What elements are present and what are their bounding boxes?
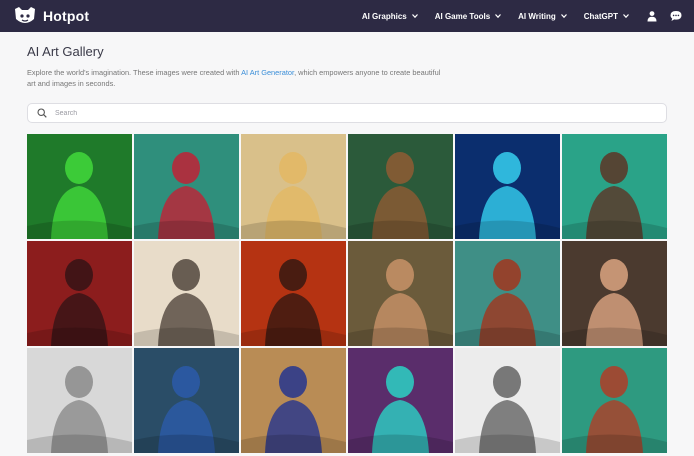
gallery-image-art — [134, 241, 239, 346]
gallery-image[interactable] — [134, 241, 239, 346]
ai-art-generator-link[interactable]: AI Art Generator — [241, 68, 294, 77]
image-gallery — [27, 134, 668, 456]
nav-ai-writing[interactable]: AI Writing — [518, 12, 567, 21]
nav-ai-writing-label: AI Writing — [518, 11, 556, 21]
gallery-image[interactable] — [562, 348, 667, 453]
gallery-image-art — [562, 134, 667, 239]
gallery-image[interactable] — [562, 134, 667, 239]
nav-ai-game-tools[interactable]: AI Game Tools — [434, 11, 502, 21]
gallery-image-art — [27, 348, 132, 453]
search-input[interactable] — [55, 109, 635, 117]
gallery-image[interactable] — [27, 134, 132, 239]
brand-name: Hotpot — [43, 8, 90, 24]
gallery-image[interactable] — [348, 241, 453, 346]
gallery-image-art — [455, 134, 560, 239]
chevron-down-icon — [411, 14, 418, 19]
gallery-image-art — [562, 241, 667, 346]
gallery-image-art — [348, 348, 453, 453]
gallery-image-art — [241, 134, 346, 239]
hotpot-face-icon — [15, 7, 35, 23]
gallery-image[interactable] — [241, 348, 346, 453]
nav-ai-graphics-label: AI Graphics — [361, 11, 407, 21]
gallery-image[interactable] — [134, 348, 239, 453]
gallery-image[interactable] — [562, 241, 667, 346]
gallery-image[interactable] — [241, 134, 346, 239]
gallery-image-art — [241, 241, 346, 346]
gallery-image[interactable] — [348, 134, 453, 239]
gallery-image[interactable] — [455, 241, 560, 346]
gallery-image-art — [134, 348, 239, 453]
page-title: AI Art Gallery — [27, 44, 104, 59]
gallery-image-art — [455, 348, 560, 453]
top-navbar: Hotpot AI Graphics AI Game Tools AI Writ… — [0, 0, 694, 32]
chevron-down-icon — [623, 14, 629, 19]
search-icon — [37, 108, 47, 118]
gallery-image-art — [348, 241, 453, 346]
gallery-image-art — [27, 241, 132, 346]
intro-text-start: Explore the world's imagination. These i… — [27, 68, 242, 77]
intro-text: Explore the world's imagination. These i… — [27, 67, 447, 89]
gallery-image-art — [27, 134, 132, 239]
gallery-image[interactable] — [27, 241, 132, 346]
nav-menu: AI Graphics AI Game Tools AI Writing Cha… — [362, 0, 694, 32]
gallery-image[interactable] — [455, 134, 560, 239]
nav-chatgpt[interactable]: ChatGPT — [584, 12, 629, 21]
gallery-image-art — [455, 241, 560, 346]
gallery-image-art — [348, 134, 453, 239]
gallery-image-art — [562, 348, 667, 453]
nav-ai-game-tools-label: AI Game Tools — [434, 11, 491, 21]
brand[interactable]: Hotpot — [13, 5, 89, 27]
chat-bubble-icon[interactable] — [670, 10, 682, 22]
chevron-down-icon — [560, 14, 567, 19]
user-icon[interactable] — [646, 10, 658, 22]
gallery-image[interactable] — [134, 134, 239, 239]
nav-ai-graphics[interactable]: AI Graphics — [362, 12, 418, 21]
gallery-image[interactable] — [27, 348, 132, 453]
gallery-image[interactable] — [348, 348, 453, 453]
gallery-image[interactable] — [455, 348, 560, 453]
gallery-image-art — [241, 348, 346, 453]
gallery-image[interactable] — [241, 241, 346, 346]
nav-chatgpt-label: ChatGPT — [583, 11, 618, 21]
search-bar[interactable] — [27, 103, 667, 123]
chevron-down-icon — [495, 14, 502, 19]
gallery-image-art — [134, 134, 239, 239]
